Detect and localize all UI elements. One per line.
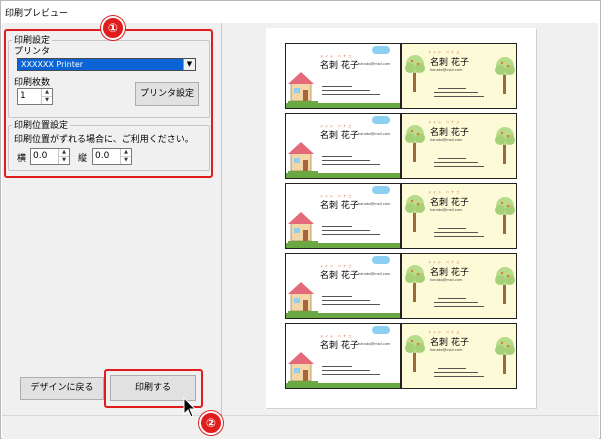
address-line	[322, 156, 352, 157]
address-line	[322, 226, 352, 227]
card-ruby: メイシ ハナコ	[428, 330, 461, 334]
cloud-icon	[372, 256, 390, 264]
business-card-house: メイシ ハナコ 名刺 花子 hanako@mail.com	[285, 43, 401, 109]
cloud-icon	[372, 326, 390, 334]
grass-strip	[286, 243, 400, 248]
address-line	[434, 236, 484, 237]
business-card-tree: メイシ ハナコ名刺 花子 hanako@mail.com	[401, 113, 517, 179]
address-line	[322, 296, 352, 297]
address-line	[322, 234, 380, 235]
tree-icon	[404, 262, 426, 305]
card-name: 名刺 花子	[430, 128, 469, 138]
address-line	[322, 366, 352, 367]
card-ruby: メイシ ハナコ	[428, 260, 461, 264]
card-email: hanako@mail.com	[358, 272, 391, 276]
business-card-tree: メイシ ハナコ名刺 花子 hanako@mail.com	[401, 183, 517, 249]
address-line	[322, 86, 352, 87]
address-line	[438, 368, 466, 369]
card-name: 名刺 花子	[320, 201, 359, 211]
cloud-icon	[372, 46, 390, 54]
card-name: 名刺 花子	[430, 338, 469, 348]
cloud-icon	[372, 116, 390, 124]
tree-icon	[494, 124, 516, 167]
card-email: hanako@mail.com	[358, 132, 391, 136]
business-card-house: メイシ ハナコ 名刺 花子 hanako@mail.com	[285, 253, 401, 319]
tree-icon	[494, 54, 516, 97]
card-email: hanako@mail.com	[430, 68, 463, 72]
card-name: 名刺 花子	[320, 271, 359, 281]
address-line	[434, 96, 484, 97]
status-bar	[2, 415, 599, 439]
card-email: hanako@mail.com	[430, 278, 463, 282]
cloud-icon	[372, 186, 390, 194]
card-email: hanako@mail.com	[430, 138, 463, 142]
business-card-house: メイシ ハナコ 名刺 花子 hanako@mail.com	[285, 183, 401, 249]
card-ruby: メイシ ハナコ	[428, 190, 461, 194]
callout-1-highlight	[4, 29, 213, 178]
address-line	[438, 158, 466, 159]
address-line	[434, 92, 478, 93]
card-name: 名刺 花子	[320, 341, 359, 351]
card-ruby: メイシ ハナコ	[428, 50, 461, 54]
grass-strip	[286, 103, 400, 108]
business-card-tree: メイシ ハナコ名刺 花子 hanako@mail.com	[401, 43, 517, 109]
address-line	[434, 306, 484, 307]
tree-icon	[404, 122, 426, 165]
tree-icon	[404, 52, 426, 95]
card-ruby: メイシ ハナコ	[428, 120, 461, 124]
card-email: hanako@mail.com	[358, 62, 391, 66]
card-email: hanako@mail.com	[430, 348, 463, 352]
card-name: 名刺 花子	[430, 198, 469, 208]
tree-icon	[494, 194, 516, 237]
back-to-design-button[interactable]: デザインに戻る	[20, 377, 104, 400]
card-name: 名刺 花子	[320, 131, 359, 141]
address-line	[434, 232, 478, 233]
address-line	[434, 302, 478, 303]
business-card-tree: メイシ ハナコ名刺 花子 hanako@mail.com	[401, 253, 517, 319]
card-name: 名刺 花子	[430, 58, 469, 68]
card-email: hanako@mail.com	[430, 208, 463, 212]
address-line	[434, 376, 484, 377]
grass-strip	[286, 313, 400, 318]
address-line	[438, 88, 466, 89]
card-email: hanako@mail.com	[358, 342, 391, 346]
business-card-house: メイシ ハナコ 名刺 花子 hanako@mail.com	[285, 323, 401, 389]
tree-icon	[494, 264, 516, 307]
callout-1-badge: ①	[101, 16, 125, 40]
address-line	[438, 298, 466, 299]
title-bar: 印刷プレビュー	[1, 1, 600, 23]
address-line	[322, 94, 380, 95]
card-name: 名刺 花子	[320, 61, 359, 71]
address-line	[322, 370, 370, 371]
address-line	[434, 166, 484, 167]
card-email: hanako@mail.com	[358, 202, 391, 206]
address-line	[322, 90, 370, 91]
address-line	[322, 164, 380, 165]
business-card-tree: メイシ ハナコ名刺 花子 hanako@mail.com	[401, 323, 517, 389]
callout-2-badge: ②	[199, 411, 223, 435]
address-line	[322, 160, 370, 161]
mouse-cursor-icon	[183, 397, 197, 418]
address-line	[434, 162, 478, 163]
address-line	[322, 304, 380, 305]
business-card-house: メイシ ハナコ 名刺 花子 hanako@mail.com	[285, 113, 401, 179]
grass-strip	[286, 383, 400, 388]
tree-icon	[404, 332, 426, 375]
card-name: 名刺 花子	[430, 268, 469, 278]
tree-icon	[404, 192, 426, 235]
window-title: 印刷プレビュー	[5, 9, 69, 19]
address-line	[438, 228, 466, 229]
address-line	[322, 230, 370, 231]
preview-page: メイシ ハナコ 名刺 花子 hanako@mail.com メイシ ハナコ 名刺 花子 h…	[266, 28, 536, 408]
grass-strip	[286, 173, 400, 178]
address-line	[434, 372, 478, 373]
tree-icon	[494, 334, 516, 377]
address-line	[322, 374, 380, 375]
address-line	[322, 300, 370, 301]
